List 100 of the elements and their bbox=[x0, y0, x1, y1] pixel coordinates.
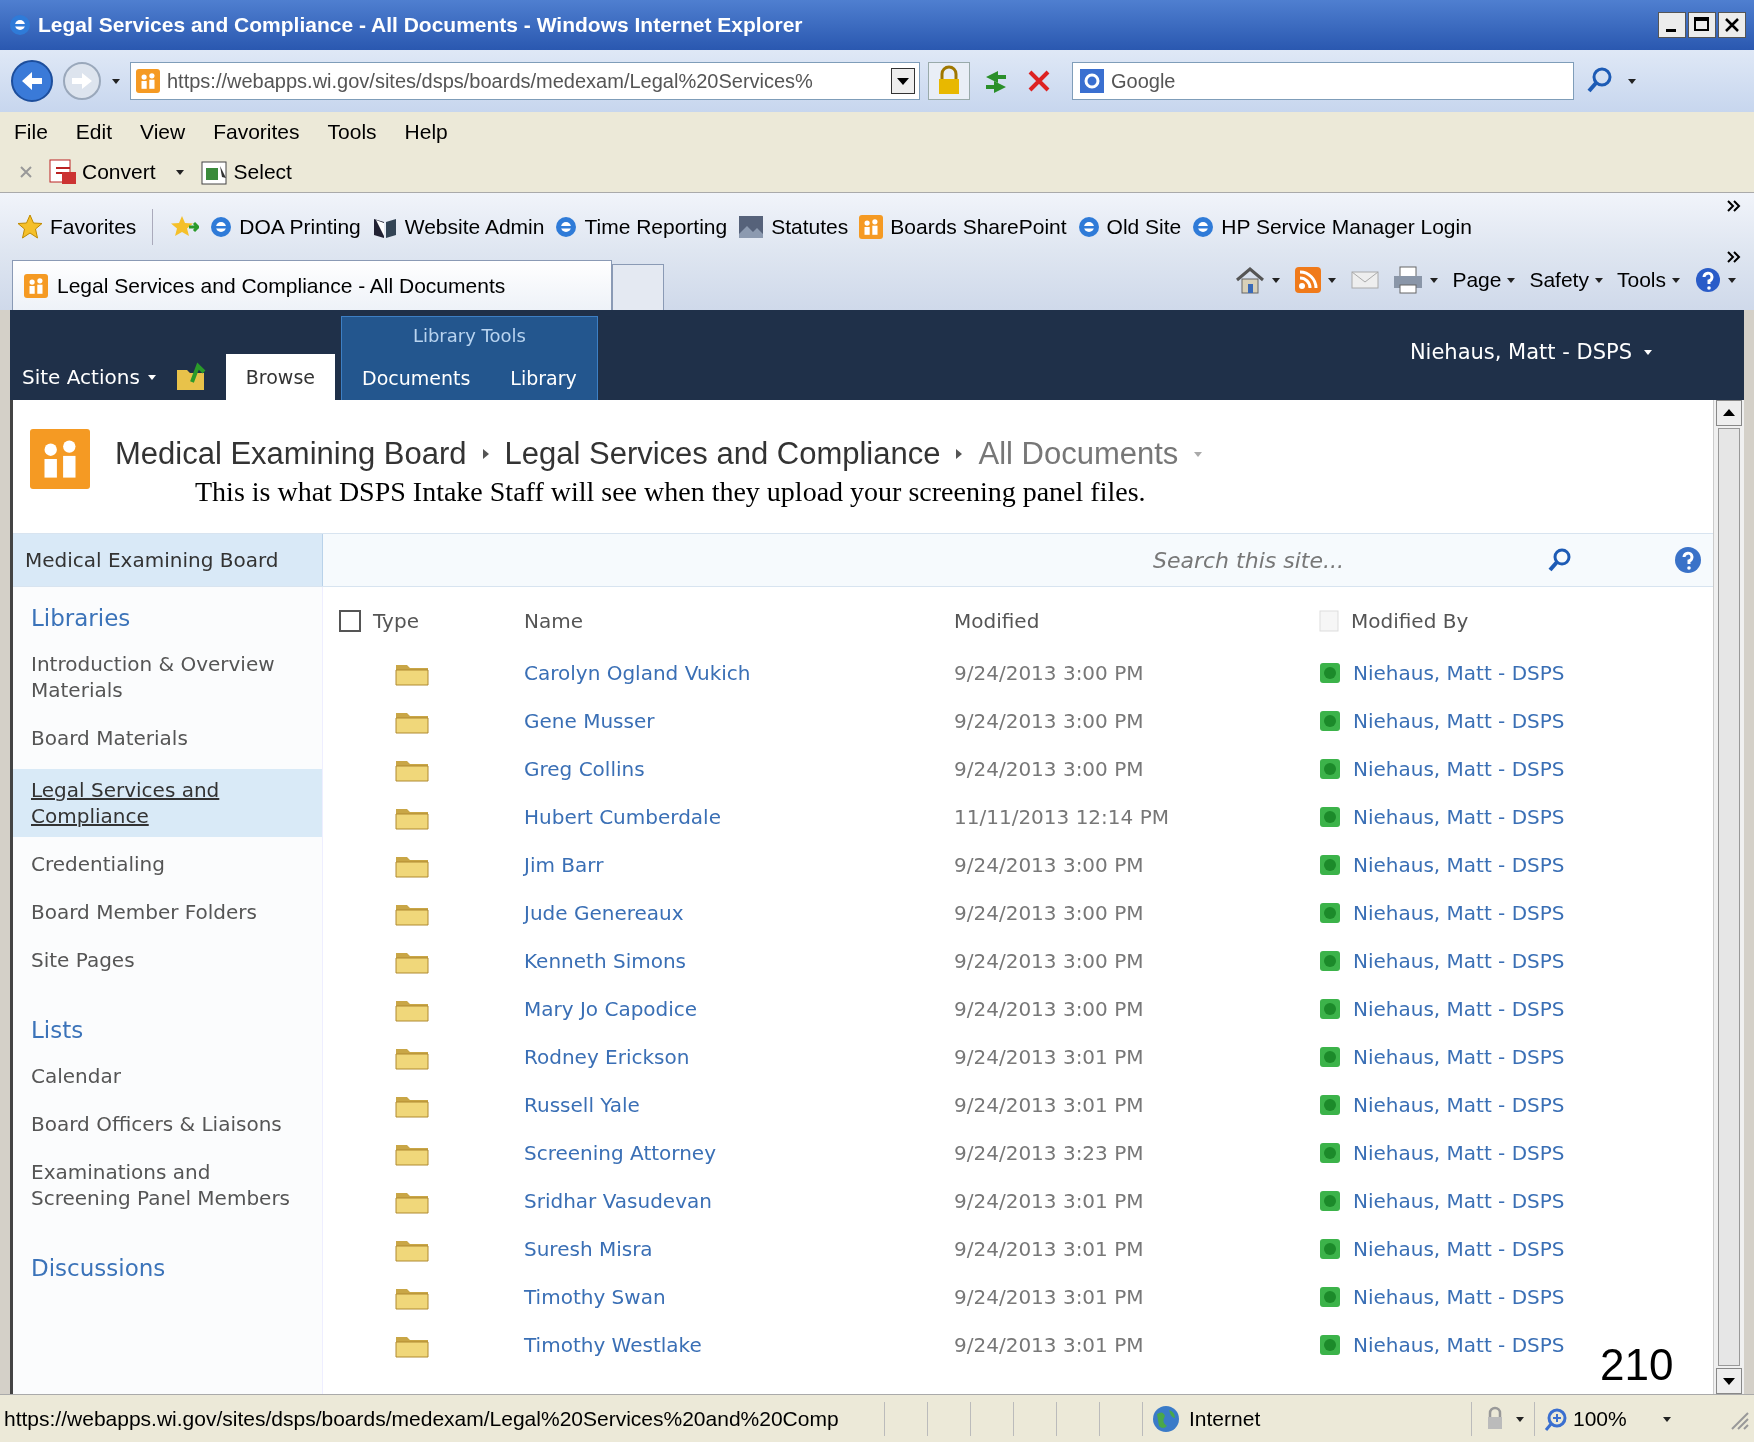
column-header[interactable]: Modified By bbox=[1351, 609, 1469, 633]
ribbon-tab[interactable]: Documents bbox=[342, 356, 491, 400]
user-link[interactable]: Niehaus, Matt - DSPS bbox=[1353, 1237, 1565, 1261]
nav-heading[interactable]: Libraries bbox=[13, 605, 322, 631]
user-link[interactable]: Niehaus, Matt - DSPS bbox=[1353, 1093, 1565, 1117]
ribbon-tab[interactable]: Library bbox=[490, 356, 597, 400]
breadcrumb-current[interactable]: All Documents bbox=[978, 436, 1179, 472]
nav-link[interactable]: Legal Services and Compliance bbox=[13, 769, 322, 837]
favorite-link[interactable]: HP Service Manager Login bbox=[1221, 214, 1472, 239]
dropdown-caret-icon[interactable] bbox=[173, 167, 186, 177]
user-link[interactable]: Niehaus, Matt - DSPS bbox=[1353, 709, 1565, 733]
select-all-checkbox[interactable] bbox=[339, 610, 361, 632]
folder-name-link[interactable]: Sridhar Vasudevan bbox=[524, 1189, 954, 1213]
toolbar-menu[interactable]: Tools bbox=[1616, 268, 1666, 292]
user-link[interactable]: Niehaus, Matt - DSPS bbox=[1353, 949, 1565, 973]
folder-name-link[interactable]: Kenneth Simons bbox=[524, 949, 954, 973]
search-options-caret-icon[interactable] bbox=[1626, 76, 1638, 86]
history-caret-icon[interactable] bbox=[110, 76, 122, 86]
folder-name-link[interactable]: Rodney Erickson bbox=[524, 1045, 954, 1069]
folder-name-link[interactable]: Greg Collins bbox=[524, 757, 954, 781]
help-caret-icon[interactable] bbox=[1726, 275, 1738, 285]
browser-tab[interactable]: Legal Services and Compliance - All Documents bbox=[12, 260, 612, 310]
maximize-button[interactable] bbox=[1688, 12, 1716, 38]
address-dropdown-button[interactable] bbox=[891, 68, 915, 94]
menu-item[interactable]: Help bbox=[404, 120, 448, 144]
user-link[interactable]: Niehaus, Matt - DSPS bbox=[1353, 1333, 1565, 1357]
favorite-link[interactable]: Statutes bbox=[771, 214, 849, 239]
user-link[interactable]: Niehaus, Matt - DSPS bbox=[1353, 661, 1565, 685]
user-link[interactable]: Niehaus, Matt - DSPS bbox=[1353, 1189, 1565, 1213]
nav-link[interactable]: Examinations and Screening Panel Members bbox=[13, 1155, 322, 1215]
padlock-icon[interactable] bbox=[928, 62, 970, 100]
folder-name-link[interactable]: Jude Genereaux bbox=[524, 901, 954, 925]
more-chevron-icon[interactable] bbox=[1726, 199, 1742, 213]
minimize-button[interactable] bbox=[1658, 12, 1686, 38]
folder-name-link[interactable]: Timothy Swan bbox=[524, 1285, 954, 1309]
folder-name-link[interactable]: Carolyn Ogland Vukich bbox=[524, 661, 954, 685]
home-caret-icon[interactable] bbox=[1270, 275, 1283, 285]
nav-link[interactable]: Board Materials bbox=[13, 721, 322, 755]
favorite-link[interactable]: Old Site bbox=[1106, 214, 1182, 239]
scroll-down-button[interactable] bbox=[1716, 1368, 1742, 1394]
menu-caret-icon[interactable] bbox=[1592, 275, 1605, 285]
column-header[interactable]: Type bbox=[373, 609, 419, 633]
user-menu[interactable]: Niehaus, Matt - DSPS bbox=[1409, 340, 1632, 364]
convert-button[interactable]: Convert bbox=[82, 160, 156, 184]
help-icon[interactable] bbox=[1673, 545, 1703, 575]
close-toolbar-icon[interactable] bbox=[18, 164, 34, 180]
zoom-level[interactable]: 100% bbox=[1573, 1406, 1627, 1431]
user-link[interactable]: Niehaus, Matt - DSPS bbox=[1353, 1141, 1565, 1165]
caret-icon[interactable] bbox=[1642, 347, 1654, 357]
nav-link[interactable]: Board Officers & Liaisons bbox=[13, 1107, 322, 1141]
folder-name-link[interactable]: Jim Barr bbox=[524, 853, 954, 877]
user-link[interactable]: Niehaus, Matt - DSPS bbox=[1353, 757, 1565, 781]
select-button[interactable]: Select bbox=[233, 160, 292, 184]
favorite-link[interactable]: Website Admin bbox=[404, 214, 545, 239]
menu-caret-icon[interactable] bbox=[1670, 275, 1682, 285]
folder-name-link[interactable]: Suresh Misra bbox=[524, 1237, 954, 1261]
column-header[interactable]: Name bbox=[524, 609, 954, 633]
site-actions-menu[interactable]: Site Actions bbox=[22, 365, 140, 389]
nav-heading[interactable]: Lists bbox=[13, 1017, 322, 1043]
folder-name-link[interactable]: Timothy Westlake bbox=[524, 1333, 954, 1357]
favorites-button[interactable]: Favorites bbox=[50, 214, 137, 239]
close-button[interactable] bbox=[1718, 12, 1746, 38]
menu-item[interactable]: File bbox=[14, 120, 48, 144]
folder-name-link[interactable]: Hubert Cumberdale bbox=[524, 805, 954, 829]
print-caret-icon[interactable] bbox=[1428, 275, 1441, 285]
nav-link[interactable]: Calendar bbox=[13, 1059, 322, 1093]
column-header[interactable]: Modified bbox=[954, 609, 1319, 633]
scroll-up-button[interactable] bbox=[1716, 400, 1742, 426]
home-icon[interactable] bbox=[1234, 265, 1267, 295]
caret-icon[interactable] bbox=[145, 372, 158, 382]
toolbar-menu[interactable]: Page bbox=[1452, 268, 1502, 292]
print-icon[interactable] bbox=[1392, 265, 1425, 295]
star-icon[interactable] bbox=[16, 212, 44, 241]
user-link[interactable]: Niehaus, Matt - DSPS bbox=[1353, 853, 1565, 877]
help-icon[interactable] bbox=[1694, 266, 1722, 294]
nav-link[interactable]: Introduction & Overview Materials bbox=[13, 647, 322, 707]
menu-item[interactable]: Edit bbox=[75, 120, 113, 144]
site-home-tab[interactable]: Medical Examining Board bbox=[13, 534, 323, 586]
toolbar-menu[interactable]: Safety bbox=[1529, 268, 1589, 292]
favorite-link[interactable]: Boards SharePoint bbox=[890, 214, 1067, 239]
folder-name-link[interactable]: Russell Yale bbox=[524, 1093, 954, 1117]
back-button[interactable] bbox=[10, 59, 54, 103]
nav-link[interactable]: Board Member Folders bbox=[13, 895, 322, 929]
folder-name-link[interactable]: Mary Jo Capodice bbox=[524, 997, 954, 1021]
user-link[interactable]: Niehaus, Matt - DSPS bbox=[1353, 1045, 1565, 1069]
search-field[interactable]: Google bbox=[1072, 62, 1574, 100]
favorite-link[interactable]: DOA Printing bbox=[239, 214, 361, 239]
nav-link[interactable]: Site Pages bbox=[13, 943, 322, 977]
favorite-link[interactable]: Time Reporting bbox=[584, 214, 728, 239]
ribbon-tab[interactable]: Browse bbox=[225, 354, 335, 400]
user-link[interactable]: Niehaus, Matt - DSPS bbox=[1353, 901, 1565, 925]
vertical-scrollbar[interactable] bbox=[1713, 400, 1744, 1394]
menu-caret-icon[interactable] bbox=[1505, 275, 1518, 285]
user-link[interactable]: Niehaus, Matt - DSPS bbox=[1353, 997, 1565, 1021]
nav-heading[interactable]: Discussions bbox=[13, 1255, 322, 1281]
user-link[interactable]: Niehaus, Matt - DSPS bbox=[1353, 805, 1565, 829]
folder-name-link[interactable]: Screening Attorney bbox=[524, 1141, 954, 1165]
breadcrumb-link[interactable]: Medical Examining Board bbox=[115, 436, 467, 472]
address-field[interactable]: https://webapps.wi.gov/sites/dsps/boards/medexam/Legal%20Services% bbox=[130, 62, 920, 100]
menu-item[interactable]: Favorites bbox=[213, 120, 300, 144]
